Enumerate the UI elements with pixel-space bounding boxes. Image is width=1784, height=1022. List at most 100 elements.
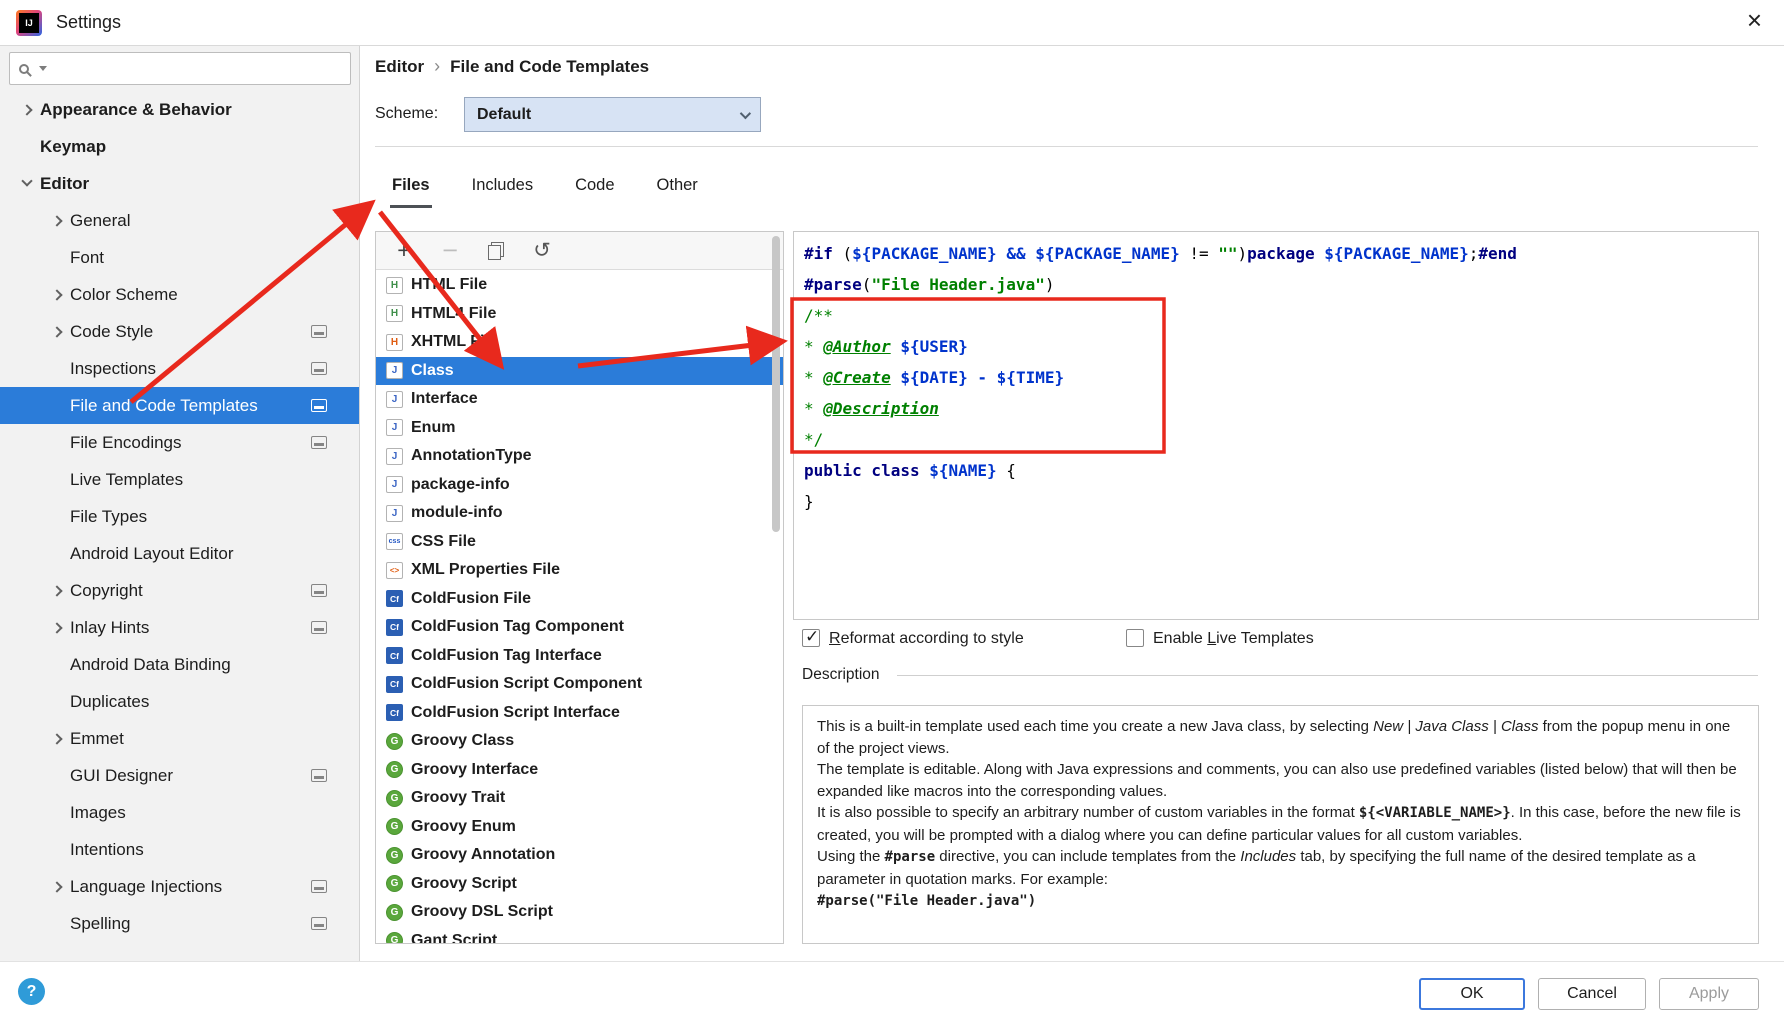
chevron-right-icon[interactable] [51,215,62,226]
tree-item[interactable]: File Encodings [0,424,359,461]
template-item[interactable]: Gant Script [376,927,783,944]
remove-icon[interactable] [438,239,462,263]
template-item[interactable]: Groovy DSL Script [376,898,783,927]
chevron-right-icon[interactable] [51,326,62,337]
tree-item-label: File and Code Templates [70,396,258,416]
cancel-button[interactable]: Cancel [1538,978,1646,1010]
chevron-right-icon[interactable] [51,733,62,744]
breadcrumb-item[interactable]: Editor [375,57,424,77]
tree-item[interactable]: Appearance & Behavior [0,91,359,128]
list-scrollbar[interactable] [772,236,780,532]
template-item[interactable]: AnnotationType [376,442,783,471]
chevron-right-icon[interactable] [51,881,62,892]
tab-other[interactable]: Other [655,172,700,208]
tree-item[interactable]: File and Code Templates [0,387,359,424]
template-item[interactable]: HTML File [376,271,783,300]
tree-item-label: Live Templates [70,470,183,490]
template-item-label: ColdFusion Tag Component [411,618,624,636]
tab-code[interactable]: Code [573,172,616,208]
help-icon[interactable]: ? [18,978,45,1005]
settings-search-box[interactable] [9,52,351,85]
template-item[interactable]: ColdFusion File [376,585,783,614]
tree-item[interactable]: General [0,202,359,239]
add-icon[interactable] [392,239,416,263]
live-templates-label[interactable]: Enable Live Templates [1153,629,1314,648]
template-item[interactable]: Interface [376,385,783,414]
tree-item[interactable]: Keymap [0,128,359,165]
template-item[interactable]: Groovy Script [376,870,783,899]
search-history-chevron-icon[interactable] [39,66,47,71]
tree-item[interactable]: Images [0,794,359,831]
breadcrumb: Editor › File and Code Templates [375,56,649,77]
template-item[interactable]: module-info [376,499,783,528]
template-item[interactable]: Groovy Enum [376,813,783,842]
tree-item-label: GUI Designer [70,766,173,786]
live-templates-checkbox[interactable] [1126,629,1144,647]
search-input[interactable] [55,60,341,77]
tree-item[interactable]: Color Scheme [0,276,359,313]
tree-item[interactable]: Inspections [0,350,359,387]
breadcrumb-separator: › [434,56,440,77]
tree-item[interactable]: Editor [0,165,359,202]
template-item-label: XML Properties File [411,561,560,579]
html-file-icon [386,305,403,322]
java-file-icon [386,505,403,522]
template-item[interactable]: Groovy Annotation [376,841,783,870]
tree-item[interactable]: Inlay Hints [0,609,359,646]
scheme-select[interactable]: Default [464,97,761,132]
reformat-checkbox[interactable] [802,629,820,647]
tree-item[interactable]: Spelling [0,905,359,942]
template-item[interactable]: HTML4 File [376,300,783,329]
chevron-down-icon [740,107,751,118]
tree-item[interactable]: Font [0,239,359,276]
breadcrumb-item[interactable]: File and Code Templates [450,57,649,77]
tree-item[interactable]: Live Templates [0,461,359,498]
template-item[interactable]: XHTML File [376,328,783,357]
tab-includes[interactable]: Includes [470,172,535,208]
tree-item[interactable]: Android Data Binding [0,646,359,683]
per-project-settings-icon [311,399,327,412]
template-item[interactable]: CSS File [376,528,783,557]
template-item[interactable]: ColdFusion Tag Component [376,613,783,642]
reset-icon[interactable] [530,239,554,263]
groovy-file-icon [386,904,403,921]
per-project-settings-icon [311,769,327,782]
tree-item[interactable]: Code Style [0,313,359,350]
chevron-right-icon[interactable] [51,289,62,300]
template-item[interactable]: ColdFusion Script Component [376,670,783,699]
template-item[interactable]: ColdFusion Tag Interface [376,642,783,671]
tab-bar: Files Includes Code Other [390,172,700,208]
tree-item[interactable]: File Types [0,498,359,535]
chevron-right-icon[interactable] [51,622,62,633]
template-item[interactable]: ColdFusion Script Interface [376,699,783,728]
tree-item[interactable]: Emmet [0,720,359,757]
scheme-label: Scheme: [375,105,438,123]
chevron-right-icon[interactable] [21,104,32,115]
groovy-file-icon [386,790,403,807]
per-project-settings-icon [311,362,327,375]
template-item[interactable]: Class [376,357,783,386]
chevron-right-icon[interactable] [51,585,62,596]
tree-item[interactable]: Intentions [0,831,359,868]
copy-icon[interactable] [484,239,508,263]
tree-item[interactable]: Language Injections [0,868,359,905]
template-editor[interactable]: #if (${PACKAGE_NAME} && ${PACKAGE_NAME} … [793,231,1759,620]
html-file-icon [386,277,403,294]
tree-item[interactable]: Android Layout Editor [0,535,359,572]
tree-item[interactable]: GUI Designer [0,757,359,794]
ok-button[interactable]: OK [1419,978,1525,1010]
template-item[interactable]: package-info [376,471,783,500]
tree-item[interactable]: Duplicates [0,683,359,720]
close-icon[interactable]: × [1747,7,1762,33]
template-item[interactable]: Enum [376,414,783,443]
template-item[interactable]: Groovy Class [376,727,783,756]
template-item[interactable]: XML Properties File [376,556,783,585]
reformat-label[interactable]: Reformat according to style [829,629,1024,648]
description-paragraph: Using the #parse directive, you can incl… [817,846,1744,890]
template-item[interactable]: Groovy Interface [376,756,783,785]
separator [375,146,1758,147]
chevron-down-icon[interactable] [21,175,32,186]
tab-files[interactable]: Files [390,172,432,208]
template-item[interactable]: Groovy Trait [376,784,783,813]
tree-item[interactable]: Copyright [0,572,359,609]
